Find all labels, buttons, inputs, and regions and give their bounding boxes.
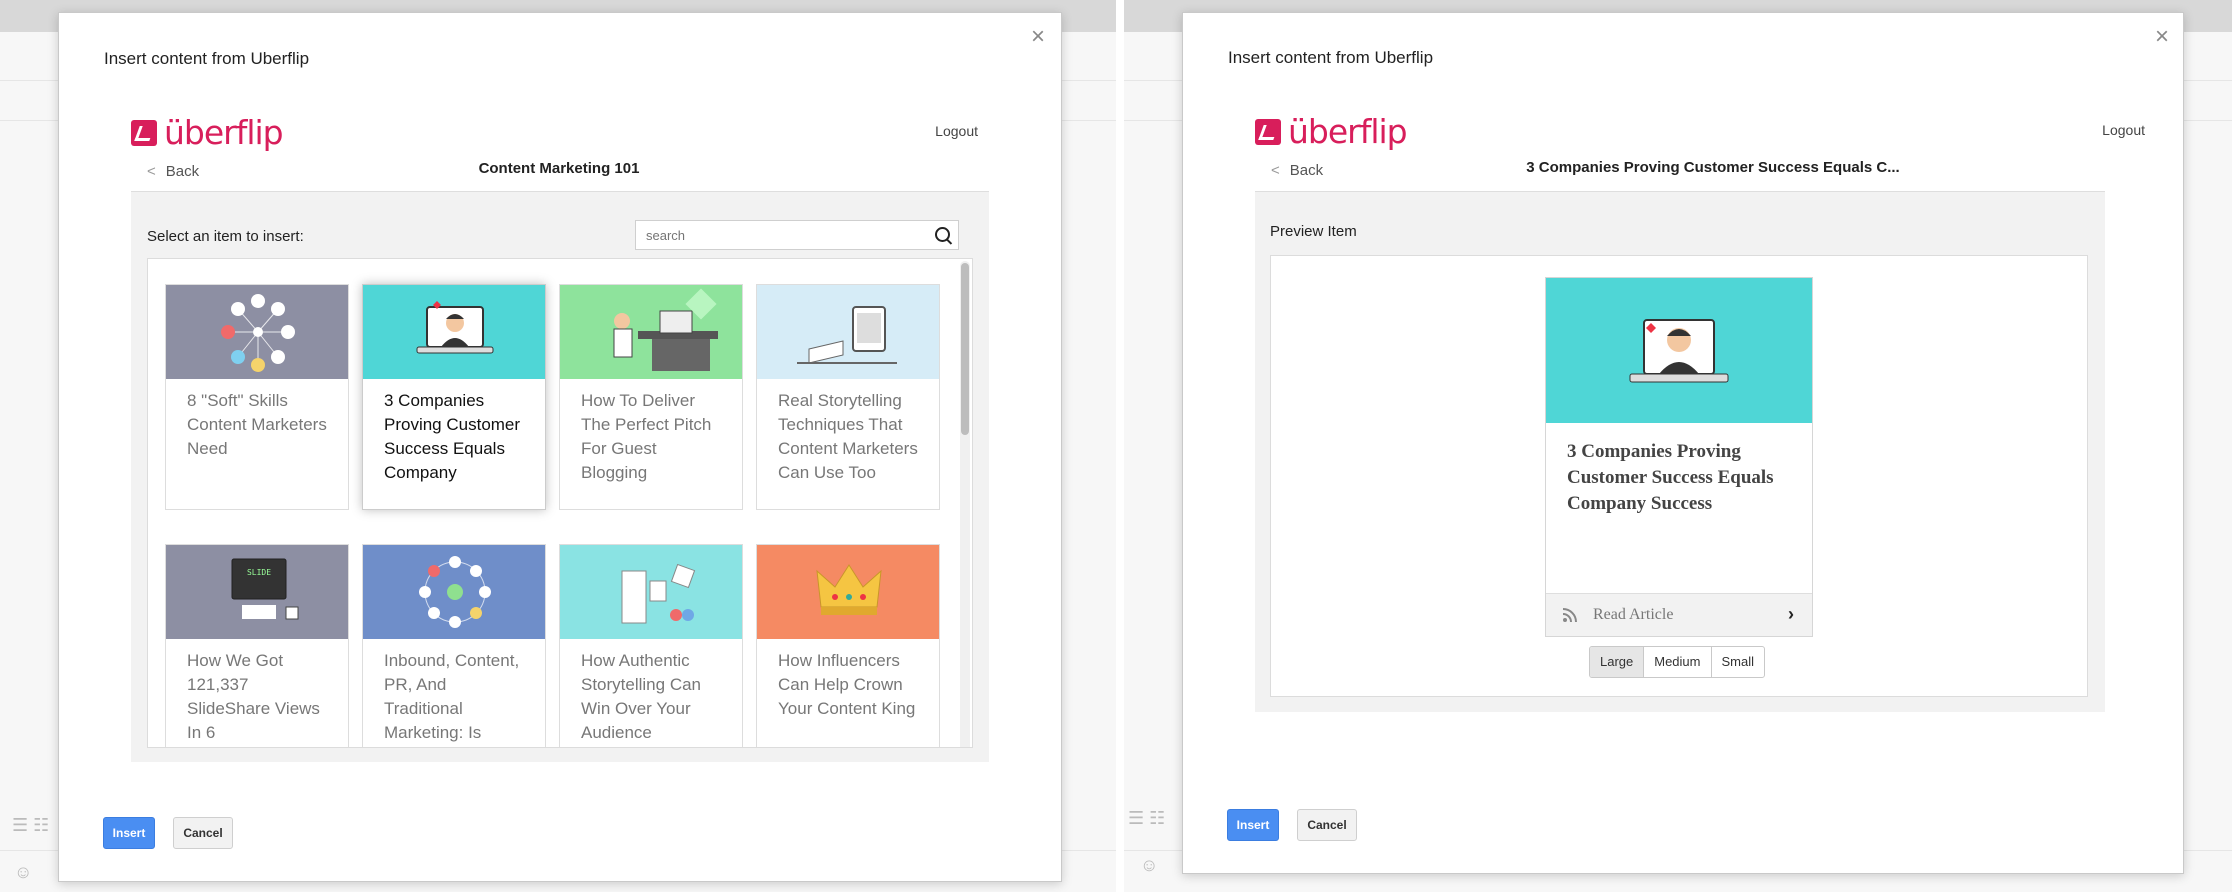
preview-card-title: 3 Companies Proving Customer Success Equ… (1567, 441, 1774, 514)
preview-card-image (1546, 278, 1812, 423)
uberflip-mark-icon (1255, 118, 1281, 145)
item-card[interactable]: How To Deliver The Perfect Pitch For Gue… (559, 284, 743, 510)
size-medium-button[interactable]: Medium (1644, 647, 1712, 677)
logout-link[interactable]: Logout (2102, 122, 2145, 138)
select-item-label: Select an item to insert: (147, 228, 304, 245)
chevron-right-icon[interactable]: › (1788, 604, 1794, 625)
preview-card[interactable]: 3 Companies Proving Customer Success Equ… (1545, 277, 1813, 637)
preview-panel: Preview Item 3 Companies Proving Custome… (1255, 191, 2105, 712)
svg-text:SLIDE: SLIDE (247, 568, 271, 577)
read-article-bar[interactable]: Read Article › (1546, 593, 1812, 636)
size-selector: Large Medium Small (1589, 646, 1766, 678)
item-card[interactable]: Inbound, Content, PR, And Traditional Ma… (362, 544, 546, 747)
emoji-icon: ☺ (1140, 855, 1159, 875)
card-title: 8 "Soft" Skills Content Marketers Need (187, 391, 327, 458)
card-thumbnail (166, 285, 348, 379)
card-title: Real Storytelling Techniques That Conten… (778, 391, 918, 482)
card-thumbnail (363, 545, 545, 639)
list-icon: ☰ ☷ (12, 815, 50, 835)
content-panel: Select an item to insert: 8 "Soft" S (131, 191, 989, 762)
modal-title: Insert content from Uberflip (104, 49, 310, 68)
insert-content-modal-right: × Insert content from Uberflip überflip … (1182, 12, 2184, 874)
collection-title: Content Marketing 101 (478, 160, 640, 177)
item-card[interactable]: 8 "Soft" Skills Content Marketers Need (165, 284, 349, 510)
preview-item-label: Preview Item (1270, 223, 1357, 240)
emoji-icon: ☺ (14, 862, 33, 882)
grid-scrollbar[interactable] (960, 261, 970, 747)
size-small-button[interactable]: Small (1712, 647, 1765, 677)
search-icon[interactable] (935, 227, 950, 242)
card-thumbnail (757, 545, 939, 639)
card-title: How We Got 121,337 SlideShare Views In 6 (187, 651, 320, 742)
item-card[interactable]: How Influencers Can Help Crown Your Cont… (756, 544, 940, 747)
cancel-button[interactable]: Cancel (1297, 809, 1357, 841)
back-link[interactable]: < Back (1271, 162, 1323, 179)
close-icon[interactable]: × (2155, 25, 2169, 49)
uberflip-mark-icon (131, 119, 157, 146)
search-box[interactable] (635, 220, 959, 250)
modal-title: Insert content from Uberflip (1228, 48, 1434, 67)
uberflip-logo: überflip (1255, 112, 1408, 151)
size-large-button[interactable]: Large (1590, 647, 1645, 677)
item-card[interactable]: How Authentic Storytelling Can Win Over … (559, 544, 743, 747)
rss-icon (1562, 608, 1577, 623)
item-grid: 8 "Soft" Skills Content Marketers Need 3… (147, 258, 973, 748)
card-title: 3 Companies Proving Customer Success Equ… (384, 391, 521, 482)
insert-content-modal-left: × Insert content from Uberflip überflip … (58, 12, 1062, 882)
card-thumbnail (757, 285, 939, 379)
card-title: Inbound, Content, PR, And Traditional Ma… (384, 651, 520, 742)
insert-button[interactable]: Insert (1227, 809, 1279, 841)
read-article-label: Read Article (1593, 606, 1674, 623)
uberflip-logo: überflip (131, 113, 284, 152)
card-thumbnail (560, 545, 742, 639)
item-card[interactable]: Real Storytelling Techniques That Conten… (756, 284, 940, 510)
back-chevron-icon: < (147, 163, 156, 180)
card-title: How To Deliver The Perfect Pitch For Gue… (581, 391, 712, 482)
card-thumbnail (363, 285, 545, 379)
card-thumbnail (560, 285, 742, 379)
insert-button[interactable]: Insert (103, 817, 155, 849)
card-title: How Authentic Storytelling Can Win Over … (581, 651, 702, 742)
cancel-button[interactable]: Cancel (173, 817, 233, 849)
item-card[interactable]: SLIDE How We Got 121,337 SlideShare View… (165, 544, 349, 747)
item-card-selected[interactable]: 3 Companies Proving Customer Success Equ… (362, 284, 546, 510)
card-title: How Influencers Can Help Crown Your Cont… (778, 651, 916, 718)
back-chevron-icon: < (1271, 162, 1280, 179)
close-icon[interactable]: × (1031, 25, 1045, 49)
search-input[interactable] (636, 221, 944, 249)
card-thumbnail: SLIDE (166, 545, 348, 639)
logout-link[interactable]: Logout (935, 123, 978, 139)
preview-box: 3 Companies Proving Customer Success Equ… (1270, 255, 2088, 697)
item-title: 3 Companies Proving Customer Success Equ… (1526, 159, 1900, 176)
back-link[interactable]: < Back (147, 163, 199, 180)
list-icon: ☰ ☷ (1128, 808, 1166, 828)
